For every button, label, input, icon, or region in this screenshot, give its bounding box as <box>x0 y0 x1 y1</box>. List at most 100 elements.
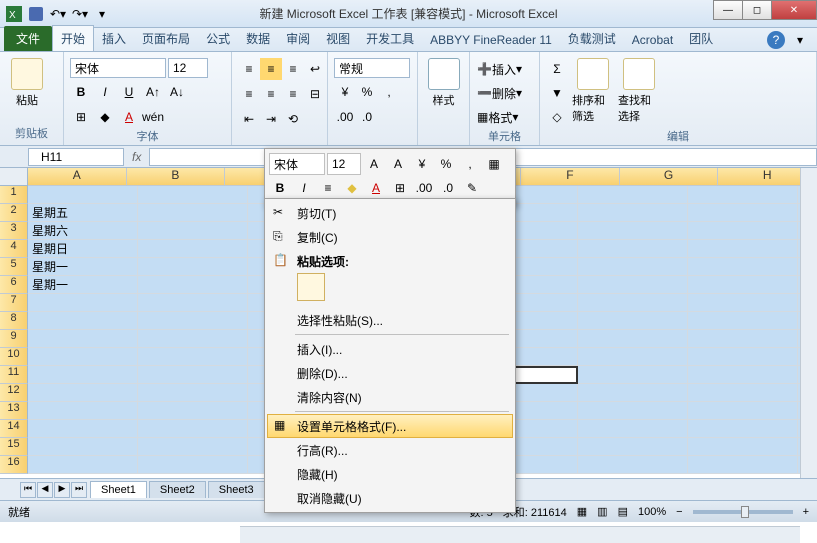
cell[interactable] <box>688 384 798 402</box>
row-header[interactable]: 4 <box>0 240 28 258</box>
cell[interactable] <box>578 222 688 240</box>
decrease-decimal[interactable]: .0 <box>356 106 378 128</box>
font-color-button[interactable]: A <box>118 106 140 128</box>
cell[interactable] <box>578 402 688 420</box>
row-header[interactable]: 2 <box>0 204 28 222</box>
cell[interactable] <box>138 222 248 240</box>
close-button[interactable]: ✕ <box>771 0 817 20</box>
cell[interactable] <box>578 294 688 312</box>
mini-percent[interactable]: % <box>435 153 457 175</box>
prev-sheet-button[interactable]: ◀ <box>37 482 53 498</box>
mini-size-combo[interactable]: 12 <box>327 153 361 175</box>
view-break-icon[interactable]: ▤ <box>618 505 628 518</box>
cell[interactable] <box>138 294 248 312</box>
sheet-tab[interactable]: Sheet1 <box>90 481 147 498</box>
font-name-combo[interactable]: 宋体 <box>70 58 166 78</box>
cell[interactable] <box>688 204 798 222</box>
cell[interactable] <box>138 312 248 330</box>
view-normal-icon[interactable]: ▦ <box>577 505 587 518</box>
cell[interactable] <box>28 402 138 420</box>
select-all-corner[interactable] <box>0 168 28 186</box>
orientation-button[interactable]: ⟲ <box>282 108 304 130</box>
row-header[interactable]: 1 <box>0 186 28 204</box>
mini-bold[interactable]: B <box>269 177 291 199</box>
zoom-slider[interactable] <box>693 510 793 514</box>
cell[interactable] <box>28 384 138 402</box>
cell[interactable] <box>28 366 138 384</box>
cell[interactable] <box>578 258 688 276</box>
cell[interactable] <box>578 330 688 348</box>
menu-clear[interactable]: 清除内容(N) <box>267 385 513 409</box>
qat-dropdown-icon[interactable]: ▾ <box>92 4 112 24</box>
cell[interactable] <box>688 402 798 420</box>
tab-view[interactable]: 视图 <box>318 26 358 51</box>
cell[interactable] <box>688 438 798 456</box>
cell[interactable] <box>138 456 248 474</box>
align-center[interactable]: ≡ <box>260 83 282 105</box>
tab-home[interactable]: 开始 <box>52 25 94 51</box>
cell[interactable] <box>138 258 248 276</box>
cell[interactable] <box>28 456 138 474</box>
row-header[interactable]: 11 <box>0 366 28 384</box>
cell[interactable] <box>138 330 248 348</box>
cell[interactable] <box>688 456 798 474</box>
cell[interactable]: 星期一 <box>28 276 138 294</box>
cell[interactable] <box>28 438 138 456</box>
cell[interactable]: 星期日 <box>28 240 138 258</box>
autosum-button[interactable]: Σ <box>546 58 568 80</box>
mini-dec-decimal[interactable]: .0 <box>437 177 459 199</box>
fill-button[interactable]: ▼ <box>546 82 568 104</box>
menu-cut[interactable]: ✂剪切(T) <box>267 201 513 225</box>
insert-cells-button[interactable]: ➕ 插入 ▾ <box>476 58 536 80</box>
sheet-tab[interactable]: Sheet2 <box>149 481 206 498</box>
cell[interactable] <box>578 366 688 384</box>
cell[interactable] <box>688 186 798 204</box>
align-right[interactable]: ≡ <box>282 83 304 105</box>
increase-font-button[interactable]: A↑ <box>142 81 164 103</box>
tab-data[interactable]: 数据 <box>238 26 278 51</box>
menu-unhide[interactable]: 取消隐藏(U) <box>267 486 513 510</box>
mini-fill-color[interactable]: ◆ <box>341 177 363 199</box>
row-header[interactable]: 13 <box>0 402 28 420</box>
cell[interactable] <box>138 384 248 402</box>
mini-styles-icon[interactable]: ▦ <box>483 153 505 175</box>
decrease-indent[interactable]: ⇤ <box>238 108 260 130</box>
cell[interactable] <box>688 366 798 384</box>
redo-icon[interactable]: ↷▾ <box>70 4 90 24</box>
sheet-tab[interactable]: Sheet3 <box>208 481 265 498</box>
cell[interactable] <box>138 240 248 258</box>
row-header[interactable]: 7 <box>0 294 28 312</box>
cell[interactable] <box>578 276 688 294</box>
merge-button[interactable]: ⊟ <box>304 83 326 105</box>
cell[interactable] <box>28 420 138 438</box>
row-header[interactable]: 10 <box>0 348 28 366</box>
row-header[interactable]: 3 <box>0 222 28 240</box>
styles-button[interactable]: 样式 <box>424 58 463 108</box>
col-header[interactable]: B <box>127 168 226 186</box>
tab-team[interactable]: 团队 <box>681 26 721 51</box>
col-header[interactable]: F <box>521 168 620 186</box>
cell[interactable] <box>688 348 798 366</box>
cell[interactable] <box>28 294 138 312</box>
tab-layout[interactable]: 页面布局 <box>134 26 198 51</box>
mini-border[interactable]: ⊞ <box>389 177 411 199</box>
mini-currency[interactable]: ¥ <box>411 153 433 175</box>
mini-shrink-font[interactable]: A <box>387 153 409 175</box>
border-button[interactable]: ⊞ <box>70 106 92 128</box>
underline-button[interactable]: U <box>118 81 140 103</box>
paste-option-icon[interactable] <box>297 273 325 301</box>
tab-formulas[interactable]: 公式 <box>198 26 238 51</box>
tab-acrobat[interactable]: Acrobat <box>624 29 681 51</box>
align-left[interactable]: ≡ <box>238 83 260 105</box>
tab-abbyy[interactable]: ABBYY FineReader 11 <box>422 29 560 51</box>
increase-decimal[interactable]: .00 <box>334 106 356 128</box>
italic-button[interactable]: I <box>94 81 116 103</box>
view-layout-icon[interactable]: ▥ <box>597 505 607 518</box>
last-sheet-button[interactable]: ⏭ <box>71 482 87 498</box>
menu-insert[interactable]: 插入(I)... <box>267 337 513 361</box>
tab-developer[interactable]: 开发工具 <box>358 26 422 51</box>
row-header[interactable]: 5 <box>0 258 28 276</box>
percent-button[interactable]: % <box>356 81 378 103</box>
tab-loadtest[interactable]: 负载测试 <box>560 26 624 51</box>
row-header[interactable]: 6 <box>0 276 28 294</box>
